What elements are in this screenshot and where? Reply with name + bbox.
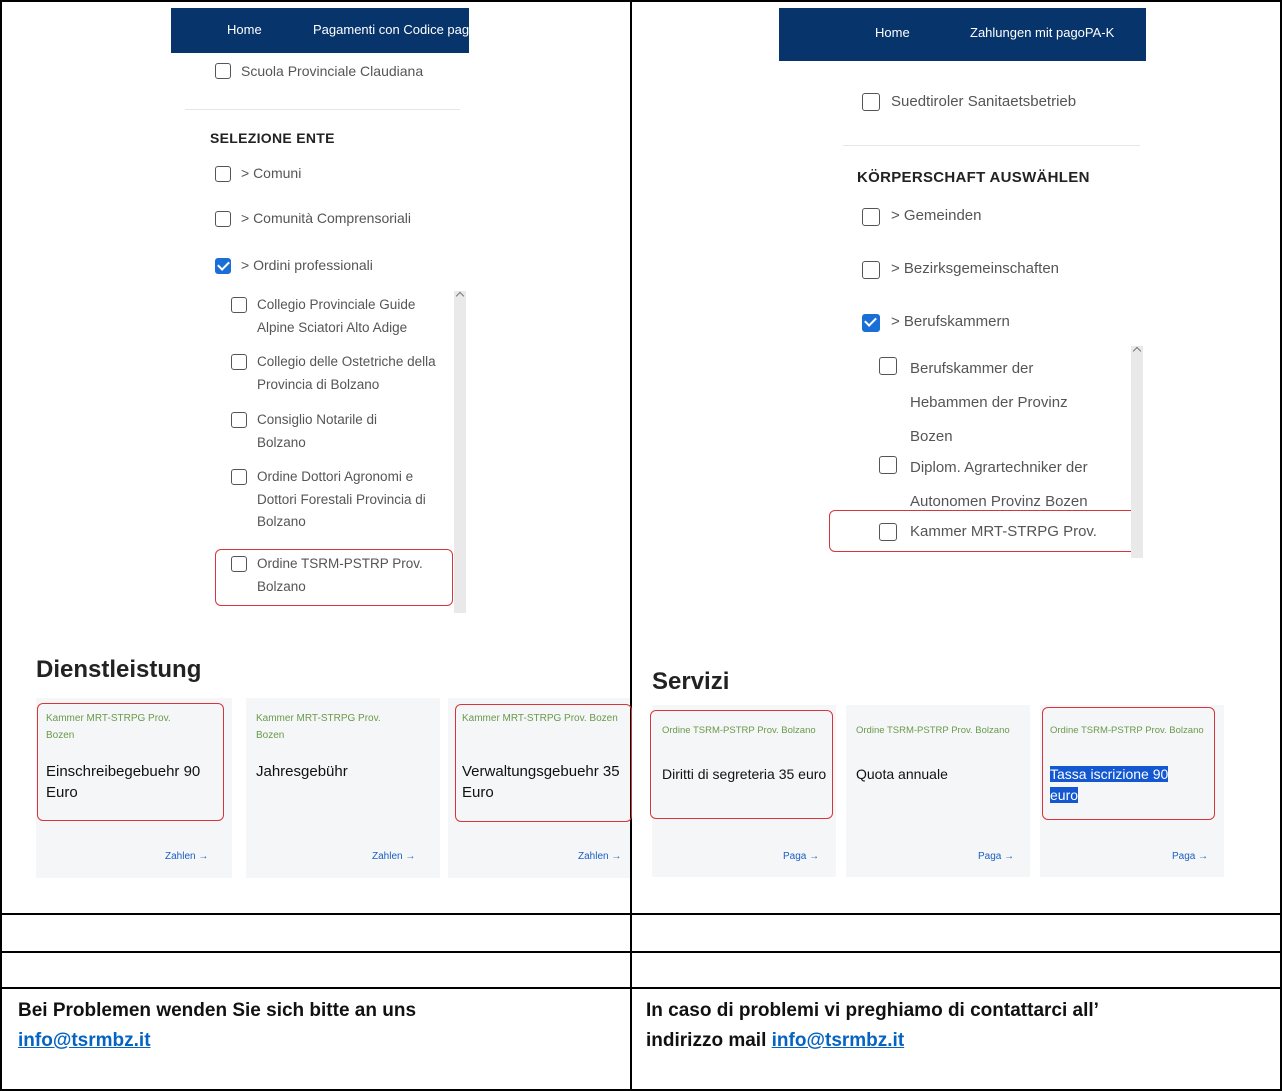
checkbox-ordini-checked[interactable] — [215, 258, 231, 274]
filter-panel-italian: Home Pagamenti con Codice pag Scuola Pro… — [171, 8, 469, 613]
pay-link[interactable]: Zahlen → — [578, 851, 621, 862]
nav-home-link[interactable]: Home — [227, 22, 262, 37]
footer-de-text: Bei Problemen wenden Sie sich bitte an u… — [18, 1000, 417, 1021]
footer-it-text: In caso di problemi vi preghiamo di cont… — [646, 1000, 1099, 1021]
checkbox-comunita[interactable] — [215, 211, 231, 227]
email-link-it[interactable]: info@tsrmbz.it — [772, 1030, 905, 1051]
highlight-card-it-1 — [650, 710, 833, 819]
label-comuni: > Comuni — [241, 165, 302, 181]
card-org: Ordine TSRM-PSTRP Prov. Bolzano — [856, 725, 1010, 736]
services-heading-de: Dienstleistung — [36, 656, 202, 683]
label-sanitaetsbetrieb: Suedtiroler Sanitaetsbetrieb — [891, 93, 1077, 110]
pay-link[interactable]: Paga → — [783, 851, 819, 862]
pay-link[interactable]: Paga → — [978, 851, 1014, 862]
nav-payments-link[interactable]: Zahlungen mit pagoPA-K — [970, 25, 1114, 40]
checkbox-item-1[interactable] — [231, 297, 247, 313]
checkbox-berufskammern-checked[interactable] — [862, 314, 880, 332]
footer-it-text-2: indirizzo mail — [646, 1030, 767, 1051]
section-heading: SELEZIONE ENTE — [210, 130, 335, 146]
divider — [185, 109, 460, 110]
services-heading-it: Servizi — [652, 668, 730, 695]
label-bezirksgemeinschaften: > Bezirksgemeinschaften — [891, 260, 1060, 277]
checkbox-bezirksgemeinschaften[interactable] — [862, 261, 880, 279]
label-claudiana: Scuola Provinciale Claudiana — [241, 63, 424, 79]
divider — [843, 145, 1140, 146]
label-comunita: > Comunità Comprensoriali — [241, 210, 412, 226]
label-berufskammern: > Berufskammern — [891, 313, 1010, 330]
card-org: Kammer MRT-STRPG Prov. Bozen — [256, 713, 381, 741]
checkbox-item-2[interactable] — [231, 354, 247, 370]
label-item-1: Berufskammer der Hebammen der Provinz Bo… — [910, 360, 1068, 445]
table-border-top — [0, 0, 1282, 2]
column-divider — [630, 0, 632, 1091]
footer-it: In caso di problemi vi preghiamo di cont… — [646, 996, 1276, 1056]
card-title: Jahresgebühr — [256, 763, 348, 780]
label-gemeinden: > Gemeinden — [891, 207, 982, 224]
checkbox-sanitaetsbetrieb[interactable] — [862, 93, 880, 111]
footer-de: Bei Problemen wenden Sie sich bitte an u… — [18, 996, 618, 1056]
row-divider-3 — [0, 987, 1282, 989]
nav-bar: Home Pagamenti con Codice pag — [171, 8, 469, 53]
label-item-3: Consiglio Notarile di Bolzano — [257, 412, 378, 450]
checkbox-comuni[interactable] — [215, 166, 231, 182]
scrollbar[interactable] — [454, 291, 466, 613]
label-item-1: Collegio Provinciale Guide Alpine Sciato… — [257, 297, 416, 335]
checkbox-item-2[interactable] — [879, 456, 897, 474]
label-item-4: Ordine Dottori Agronomi e Dottori Forest… — [257, 469, 426, 529]
scrollbar[interactable] — [1131, 346, 1143, 558]
highlight-kammer-mrt — [829, 510, 1143, 552]
email-link-de[interactable]: info@tsrmbz.it — [18, 1030, 151, 1051]
pay-link[interactable]: Zahlen → — [165, 851, 208, 862]
checkbox-item-3[interactable] — [231, 412, 247, 428]
highlight-card-it-3 — [1042, 707, 1215, 820]
checkbox-claudiana[interactable] — [215, 63, 231, 79]
pay-link[interactable]: Paga → — [1172, 851, 1208, 862]
card-title: Quota annuale — [856, 766, 948, 782]
pay-link[interactable]: Zahlen → — [372, 851, 415, 862]
highlight-card-de-1 — [37, 703, 224, 821]
label-item-2: Collegio delle Ostetriche della Provinci… — [257, 354, 436, 392]
label-item-2: Diplom. Agrartechniker der Autonomen Pro… — [910, 459, 1088, 510]
nav-bar: Home Zahlungen mit pagoPA-K — [779, 8, 1146, 61]
highlight-card-de-3 — [455, 704, 632, 822]
checkbox-gemeinden[interactable] — [862, 208, 880, 226]
nav-payments-link[interactable]: Pagamenti con Codice pag — [313, 22, 469, 37]
row-divider-1 — [0, 913, 1282, 915]
checkbox-item-4[interactable] — [231, 469, 247, 485]
table-border-left — [0, 0, 2, 1091]
filter-panel-german: Home Zahlungen mit pagoPA-K Suedtiroler … — [779, 8, 1146, 558]
highlight-ordine-tsrm — [215, 549, 453, 606]
label-ordini: > Ordini professionali — [241, 257, 373, 273]
section-heading: KÖRPERSCHAFT AUSWÄHLEN — [857, 169, 1090, 186]
checkbox-item-1[interactable] — [879, 357, 897, 375]
row-divider-2 — [0, 951, 1282, 953]
nav-home-link[interactable]: Home — [875, 25, 910, 40]
